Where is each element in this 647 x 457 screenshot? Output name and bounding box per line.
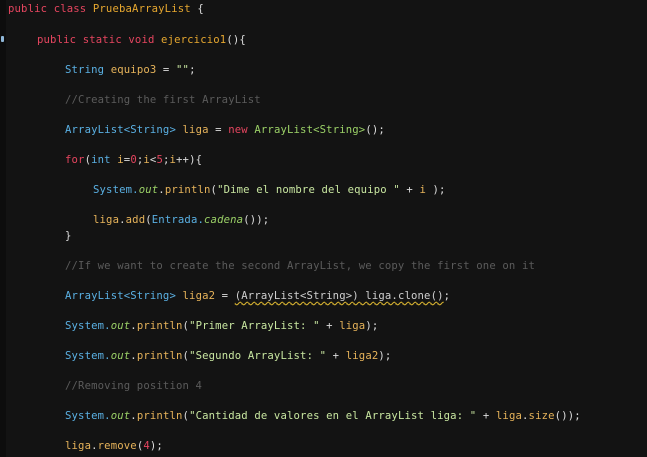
code-line-7[interactable]: System.out.println("Dime el nombre del e… xyxy=(93,183,446,197)
code-line-14[interactable]: //Removing position 4 xyxy=(65,379,202,393)
code-token: { xyxy=(190,3,204,15)
code-token: + xyxy=(476,410,496,422)
code-token: String xyxy=(65,64,111,76)
breakpoint-marker-icon[interactable] xyxy=(1,36,4,42)
code-token: add xyxy=(125,214,146,226)
code-token: public static void xyxy=(37,34,162,46)
code-token: System. xyxy=(65,350,111,362)
code-token: out xyxy=(138,184,159,196)
code-line-15[interactable]: System.out.println("Cantidad de valores … xyxy=(65,409,581,423)
code-token: liga xyxy=(339,320,366,332)
code-token: "Cantidad de valores en el ArrayList lig… xyxy=(189,410,477,422)
code-token: = xyxy=(208,124,229,136)
code-token: println xyxy=(164,184,211,196)
code-token: + xyxy=(399,184,420,196)
code-editor[interactable]: public class PruebaArrayList { public st… xyxy=(0,0,647,457)
code-token: for xyxy=(65,154,85,166)
code-line-6[interactable]: for(int i=0;i<5;i++){ xyxy=(65,153,202,167)
editor-gutter xyxy=(0,0,6,457)
code-token: (){ xyxy=(226,34,246,46)
code-token: liga2 xyxy=(182,290,216,302)
code-token: out xyxy=(110,350,131,362)
code-line-12[interactable]: System.out.println("Primer ArrayList: " … xyxy=(65,319,378,333)
code-token: ArrayList<String> xyxy=(65,290,183,302)
code-token: "Primer ArrayList: " xyxy=(189,320,320,332)
code-token: PruebaArrayList xyxy=(92,3,191,15)
code-line-2[interactable]: public static void ejercicio1(){ xyxy=(37,33,246,47)
code-line-1[interactable]: public class PruebaArrayList { xyxy=(8,2,204,16)
code-token: int xyxy=(91,154,118,166)
code-token: = xyxy=(156,64,176,76)
code-token: "Segundo ArrayList: " xyxy=(189,350,327,362)
code-line-4[interactable]: //Creating the first ArrayList xyxy=(65,93,261,107)
code-token: new xyxy=(228,124,255,136)
code-token: "" xyxy=(176,64,190,76)
code-token: ArrayList<String> xyxy=(254,124,366,136)
code-token: + xyxy=(319,320,340,332)
code-line-5[interactable]: ArrayList<String> liga = new ArrayList<S… xyxy=(65,123,385,137)
code-token: remove xyxy=(97,440,137,452)
code-token: //If we want to create the second ArrayL… xyxy=(65,260,536,272)
code-token: ++){ xyxy=(176,154,203,166)
code-token: liga xyxy=(65,440,92,452)
code-token: out xyxy=(110,410,131,422)
code-line-8[interactable]: liga.add(Entrada.cadena()); xyxy=(93,213,269,227)
code-line-16[interactable]: liga.remove(4); xyxy=(65,439,163,453)
code-token: ()); xyxy=(554,410,581,422)
code-token: //Creating the first ArrayList xyxy=(65,94,261,106)
code-token: (); xyxy=(365,124,385,136)
code-token: liga xyxy=(495,410,523,422)
code-token: (ArrayList<String>) liga.clone() xyxy=(234,290,444,302)
code-token: out xyxy=(110,320,131,332)
code-line-11[interactable]: ArrayList<String> liga2 = (ArrayList<Str… xyxy=(65,289,450,303)
code-token: equipo3 xyxy=(110,64,157,76)
code-token: //Removing position 4 xyxy=(65,380,203,392)
code-token: ()); xyxy=(243,214,270,226)
code-token: "Dime el nombre del equipo " xyxy=(217,184,400,196)
code-token: ; xyxy=(443,290,451,302)
code-token: ArrayList<String> xyxy=(65,124,183,136)
code-token: ; xyxy=(189,64,196,76)
code-token: ejercicio1 xyxy=(161,34,227,46)
code-token: println xyxy=(136,410,183,422)
code-token: liga xyxy=(93,214,120,226)
code-token: = xyxy=(215,290,235,302)
code-token: size xyxy=(528,410,555,422)
code-line-3[interactable]: String equipo3 = ""; xyxy=(65,63,196,77)
code-token: ); xyxy=(365,320,379,332)
code-token: System. xyxy=(93,184,139,196)
code-token: liga xyxy=(182,124,209,136)
code-token: ); xyxy=(425,184,446,196)
code-token: System. xyxy=(65,320,111,332)
code-token: println xyxy=(136,320,183,332)
code-line-13[interactable]: System.out.println("Segundo ArrayList: "… xyxy=(65,349,391,363)
code-token: public class xyxy=(8,3,93,15)
code-token: liga2 xyxy=(345,350,379,362)
code-token: } xyxy=(65,230,72,242)
code-token: Entrada. xyxy=(151,214,205,226)
code-token: println xyxy=(136,350,183,362)
code-token: cadena xyxy=(204,214,244,226)
code-line-9[interactable]: } xyxy=(65,229,72,243)
code-token: + xyxy=(326,350,346,362)
code-token: System. xyxy=(65,410,111,422)
code-line-10[interactable]: //If we want to create the second ArrayL… xyxy=(65,259,535,273)
code-token: ); xyxy=(378,350,392,362)
code-token: ); xyxy=(149,440,163,452)
